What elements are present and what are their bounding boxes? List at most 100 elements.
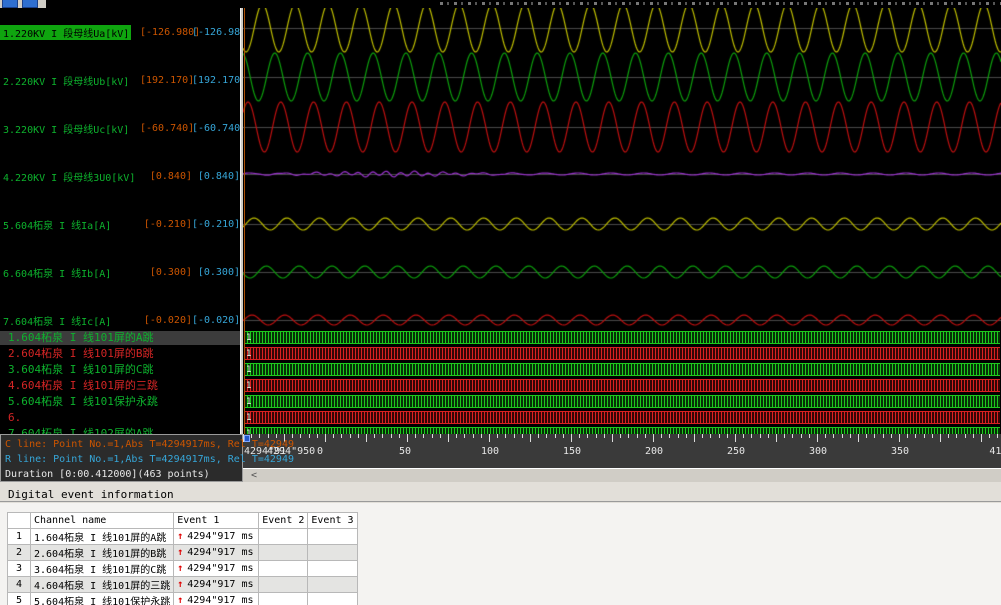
- digital-channel-row-3[interactable]: 3.604柘泉 I 线101屏的C跳: [0, 363, 240, 377]
- axis-tick: [464, 434, 465, 438]
- analog-channel-label[interactable]: 6.604柘泉 I 线Ib[A]: [0, 265, 113, 280]
- axis-tick: [612, 434, 613, 442]
- axis-tick: [760, 434, 761, 438]
- axis-tick: [358, 434, 359, 438]
- digital-channel-row-1[interactable]: 1.604柘泉 I 线101屏的A跳: [0, 331, 240, 345]
- axis-tick: [973, 434, 974, 438]
- analog-channel-label[interactable]: 2.220KV I 段母线Ub[kV]: [0, 73, 131, 88]
- event-table-row-3[interactable]: 33.604柘泉 I 线101屏的C跳↑4294"917 ms: [8, 561, 358, 577]
- axis-tick: [874, 434, 875, 438]
- axis-tick: [423, 434, 424, 438]
- axis-tick: [505, 434, 506, 438]
- axis-tick-label: 350: [891, 446, 909, 457]
- axis-tick: [309, 434, 310, 438]
- event1-cell: ↑4294"917 ms: [174, 593, 259, 605]
- clipped-text-remnant: [440, 2, 1001, 5]
- axis-tick: [858, 434, 859, 442]
- time-cursor-line[interactable]: [244, 8, 245, 434]
- analog-channel-row-7[interactable]: 7.604柘泉 I 线Ic[A][-0.020][-0.020]: [0, 314, 240, 327]
- axis-tick: [866, 434, 867, 438]
- analog-channel-row-5[interactable]: 5.604柘泉 I 线Ia[A][-0.210][-0.210]: [0, 218, 240, 231]
- axis-tick-label: 410: [989, 446, 1001, 457]
- time-axis[interactable]: 0501001502002503003504104294"914294"950: [243, 434, 1001, 468]
- toolbar-stub: [0, 0, 46, 8]
- digital-state-bar-4[interactable]: 1: [244, 379, 1000, 392]
- rising-edge-arrow-icon: ↑: [177, 547, 183, 558]
- digital-state-bar-1[interactable]: 1: [244, 331, 1000, 344]
- digital-state-bar-7[interactable]: 1: [244, 427, 1000, 434]
- digital-state-bar-2[interactable]: 1: [244, 347, 1000, 360]
- digital-channel-row-4[interactable]: 4.604柘泉 I 线101屏的三跳: [0, 379, 240, 393]
- analog-channel-label[interactable]: 4.220KV I 段母线3U0[kV]: [0, 169, 137, 184]
- axis-tick: [842, 434, 843, 438]
- event-table-row-4[interactable]: 44.604柘泉 I 线101屏的三跳↑4294"917 ms: [8, 577, 358, 593]
- digital-state-value: 1: [246, 380, 251, 393]
- channel-name-cell: 5.604柘泉 I 线101保护永跳: [31, 593, 174, 605]
- horizontal-scrollbar[interactable]: <: [243, 468, 1001, 482]
- digital-channel-row-2[interactable]: 2.604柘泉 I 线101屏的B跳: [0, 347, 240, 361]
- analog-channel-row-2[interactable]: 2.220KV I 段母线Ub[kV][192.170][192.170]: [0, 74, 240, 87]
- digital-state-bar-5[interactable]: 1: [244, 395, 1000, 408]
- event-table-row-2[interactable]: 22.604柘泉 I 线101屏的B跳↑4294"917 ms: [8, 545, 358, 561]
- axis-tick: [374, 434, 375, 438]
- axis-tick: [350, 434, 351, 438]
- axis-tick: [801, 434, 802, 438]
- analog-channel-label[interactable]: 5.604柘泉 I 线Ia[A]: [0, 217, 113, 232]
- axis-tick: [546, 434, 547, 438]
- axis-tick: [341, 434, 342, 438]
- row-number: 5: [8, 593, 31, 605]
- axis-tick: [415, 434, 416, 438]
- event-table-zone: Channel name Event 1 Event 2 Event 3 11.…: [0, 503, 1001, 605]
- event3-cell: [308, 561, 357, 577]
- axis-tick: [555, 434, 556, 438]
- rising-edge-arrow-icon: ↑: [177, 563, 183, 574]
- axis-tick-label: 150: [563, 446, 581, 457]
- toolbar-blue-button-2[interactable]: [22, 0, 38, 8]
- digital-state-bar-6[interactable]: 1: [244, 411, 1000, 424]
- analog-waveform-area[interactable]: [243, 8, 1001, 330]
- digital-channel-row-7[interactable]: 7.604柘泉 I 线102屏的A跳: [0, 427, 240, 434]
- axis-tick: [940, 434, 941, 442]
- event2-cell: [259, 577, 308, 593]
- axis-tick: [792, 434, 793, 438]
- event-table-row-5[interactable]: 55.604柘泉 I 线101保护永跳↑4294"917 ms: [8, 593, 358, 605]
- axis-tick: [883, 434, 884, 438]
- axis-tick: [850, 434, 851, 438]
- toolbar-blue-button-1[interactable]: [2, 0, 18, 8]
- analog-channel-row-3[interactable]: 3.220KV I 段母线Uc[kV][-60.740][-60.740]: [0, 122, 240, 135]
- analog-channel-row-6[interactable]: 6.604柘泉 I 线Ib[A][0.300][0.300]: [0, 266, 240, 279]
- axis-tick: [735, 434, 736, 442]
- axis-tick: [776, 434, 777, 442]
- digital-state-bar-3[interactable]: 1: [244, 363, 1000, 376]
- axis-tick: [473, 434, 474, 438]
- analog-channel-label[interactable]: 3.220KV I 段母线Uc[kV]: [0, 121, 131, 136]
- c-cursor-value: [-126.980]: [140, 27, 192, 38]
- digital-bars-area[interactable]: 1 1 1 1 1 1 1: [243, 330, 1001, 434]
- axis-tick: [530, 434, 531, 442]
- axis-tick-label: 0: [317, 446, 323, 457]
- analog-channel-label[interactable]: 7.604柘泉 I 线Ic[A]: [0, 313, 113, 328]
- digital-channel-row-6[interactable]: 6.: [0, 411, 240, 425]
- event1-cell: ↑4294"917 ms: [174, 577, 259, 593]
- digital-channel-row-5[interactable]: 5.604柘泉 I 线101保护永跳: [0, 395, 240, 409]
- axis-tick: [833, 434, 834, 438]
- event3-cell: [308, 593, 357, 605]
- axis-tick: [932, 434, 933, 438]
- r-cursor-value: [0.300]: [192, 267, 240, 278]
- event-table-row-1[interactable]: 11.604柘泉 I 线101屏的A跳↑4294"917 ms: [8, 529, 358, 545]
- axis-tick: [268, 434, 269, 438]
- header-event1: Event 1: [174, 513, 259, 529]
- scroll-left-arrow-icon[interactable]: <: [251, 469, 257, 482]
- analog-channel-label[interactable]: 1.220KV I 段母线Ua[kV]: [0, 25, 131, 40]
- axis-tick: [276, 434, 277, 438]
- channel-name-cell: 1.604柘泉 I 线101屏的A跳: [31, 529, 174, 545]
- axis-tick: [924, 434, 925, 438]
- digital-event-information-title: Digital event information: [8, 488, 174, 501]
- analog-channel-row-4[interactable]: 4.220KV I 段母线3U0[kV][0.840][0.840]: [0, 170, 240, 183]
- row-number: 1: [8, 529, 31, 545]
- fault-waveform-viewer: 1.220KV I 段母线Ua[kV][-126.980][-126.980]2…: [0, 0, 1001, 605]
- waveform-canvas[interactable]: [243, 8, 1001, 330]
- analog-channel-row-1[interactable]: 1.220KV I 段母线Ua[kV][-126.980][-126.980]: [0, 26, 240, 39]
- axis-tick: [448, 434, 449, 442]
- axis-tick: [637, 434, 638, 438]
